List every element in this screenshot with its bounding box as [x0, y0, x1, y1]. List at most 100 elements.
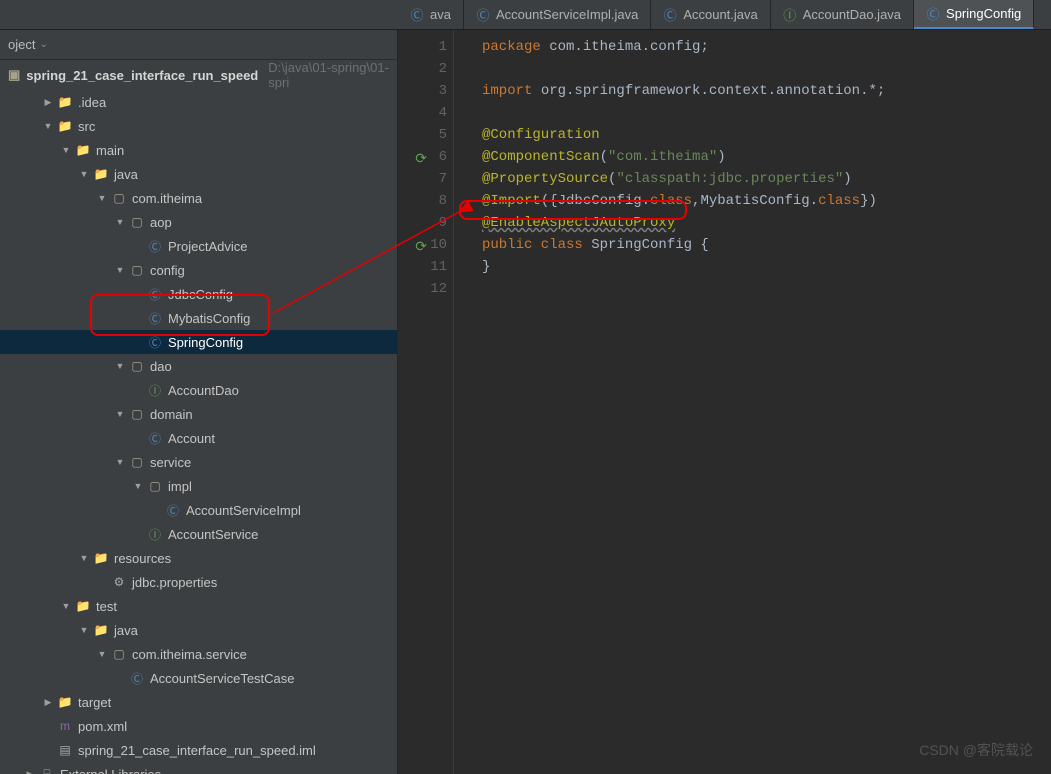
tree-item-label: java — [114, 167, 138, 182]
project-name: spring_21_case_interface_run_speed — [26, 68, 258, 83]
expand-arrow-icon[interactable] — [112, 217, 128, 227]
expand-arrow-icon[interactable] — [94, 193, 110, 203]
tree-item[interactable]: ▢domain — [0, 402, 397, 426]
folder-icon: 📁 — [56, 117, 74, 135]
tab-label: ava — [430, 7, 451, 22]
tree-item[interactable]: Ⓒ AccountServiceTestCase — [0, 666, 397, 690]
project-root[interactable]: ▣ spring_21_case_interface_run_speed D:\… — [0, 60, 397, 90]
tree-item[interactable]: ▢service — [0, 450, 397, 474]
expand-arrow-icon[interactable] — [58, 145, 74, 155]
editor-tab[interactable]: ⒸAccount.java — [651, 0, 770, 29]
expand-arrow-icon[interactable] — [112, 265, 128, 275]
tree-item[interactable]: ⒸAccountServiceImpl — [0, 498, 397, 522]
line-number: 7 — [398, 168, 447, 190]
interface-icon: Ⓘ — [146, 381, 164, 399]
expand-arrow-icon[interactable] — [112, 457, 128, 467]
tree-item[interactable]: ⒾAccountService — [0, 522, 397, 546]
tree-item[interactable]: ⒸJdbcConfig — [0, 282, 397, 306]
line-number: 11 — [398, 256, 447, 278]
code-line[interactable]: @EnableAspectJAutoProxy — [482, 212, 885, 234]
tree-item[interactable]: 📁src — [0, 114, 397, 138]
tree-item[interactable]: ▢aop — [0, 210, 397, 234]
code-line[interactable]: import org.springframework.context.annot… — [482, 80, 885, 102]
expand-arrow-icon[interactable] — [94, 649, 110, 659]
class-icon: Ⓒ — [146, 285, 164, 303]
editor-tab[interactable]: Ⓒava — [398, 0, 464, 29]
recycle-icon[interactable]: ⟳ — [413, 237, 427, 251]
tree-item-label: AccountDao — [168, 383, 239, 398]
class-icon: Ⓒ — [663, 8, 677, 22]
folder-icon: 📁 — [92, 165, 110, 183]
code-line[interactable]: } — [482, 256, 885, 278]
tree-item[interactable]: ⒸAccount — [0, 426, 397, 450]
project-path: D:\java\01-spring\01-spri — [268, 60, 389, 90]
tab-label: AccountServiceImpl.java — [496, 7, 638, 22]
class-icon: Ⓒ — [128, 669, 146, 687]
tree-item[interactable]: ⒸProjectAdvice — [0, 234, 397, 258]
tree-item[interactable]: 📁target — [0, 690, 397, 714]
code-line[interactable]: @Import({JdbcConfig.class,MybatisConfig.… — [482, 190, 885, 212]
tree-item[interactable]: ▢com.itheima — [0, 186, 397, 210]
line-number: 9 — [398, 212, 447, 234]
folder-icon: ▣ — [8, 67, 20, 83]
tree-item[interactable]: ▢config — [0, 258, 397, 282]
recycle-icon[interactable]: ⟳ — [413, 149, 427, 163]
expand-arrow-icon[interactable] — [112, 361, 128, 371]
tree-item-label: Account — [168, 431, 215, 446]
tree-item[interactable]: ⒸSpringConfig — [0, 330, 397, 354]
package-icon: ▢ — [128, 357, 146, 375]
code-area[interactable]: package com.itheima.config; import org.sp… — [454, 30, 885, 774]
editor-tab[interactable]: ⒾAccountDao.java — [771, 0, 914, 29]
tool-window-title: oject — [8, 37, 35, 52]
expand-arrow-icon[interactable] — [40, 121, 56, 131]
tree-item-label: External Libraries — [60, 767, 161, 774]
code-line[interactable] — [482, 102, 885, 124]
tree-item[interactable]: 📁java — [0, 618, 397, 642]
tree-item[interactable]: 📁resources — [0, 546, 397, 570]
tree-item[interactable]: mpom.xml — [0, 714, 397, 738]
folder-icon: 📁 — [74, 141, 92, 159]
expand-arrow-icon[interactable] — [112, 409, 128, 419]
code-line[interactable] — [482, 278, 885, 300]
code-line[interactable] — [482, 58, 885, 80]
chevron-down-icon: ⌄ — [39, 39, 47, 50]
tree-item[interactable]: ▢impl — [0, 474, 397, 498]
code-line[interactable]: package com.itheima.config; — [482, 36, 885, 58]
expand-arrow-icon[interactable] — [58, 601, 74, 611]
tree-item[interactable]: ⚙jdbc.properties — [0, 570, 397, 594]
expand-arrow-icon[interactable] — [130, 481, 146, 491]
code-line[interactable]: public class SpringConfig { — [482, 234, 885, 256]
tree-item[interactable]: ⒸMybatisConfig — [0, 306, 397, 330]
expand-arrow-icon[interactable] — [40, 97, 56, 108]
tree-item-label: aop — [150, 215, 172, 230]
folder-icon: 📁 — [74, 597, 92, 615]
tree-item[interactable]: ⌸External Libraries — [0, 762, 397, 774]
code-line[interactable]: @PropertySource("classpath:jdbc.properti… — [482, 168, 885, 190]
tree-item[interactable]: ▢dao — [0, 354, 397, 378]
expand-arrow-icon[interactable] — [76, 625, 92, 635]
expand-arrow-icon[interactable] — [76, 169, 92, 179]
folder-icon: 📁 — [92, 549, 110, 567]
tree-item[interactable]: Ⓘ AccountDao — [0, 378, 397, 402]
tree-item-label: AccountServiceTestCase — [150, 671, 295, 686]
tree-item[interactable]: 📁main — [0, 138, 397, 162]
tree-item[interactable]: ▢com.itheima.service — [0, 642, 397, 666]
expand-arrow-icon[interactable] — [22, 769, 38, 774]
expand-arrow-icon[interactable] — [40, 697, 56, 708]
tree-item[interactable]: 📁.idea — [0, 90, 397, 114]
code-line[interactable]: @Configuration — [482, 124, 885, 146]
editor-tab[interactable]: ⒸAccountServiceImpl.java — [464, 0, 651, 29]
line-number: 10⟳ — [398, 234, 447, 256]
code-line[interactable]: @ComponentScan("com.itheima") — [482, 146, 885, 168]
tree-item[interactable]: 📁 java — [0, 162, 397, 186]
tab-label: AccountDao.java — [803, 7, 901, 22]
editor-tab[interactable]: ⒸSpringConfig — [914, 0, 1034, 29]
code-editor[interactable]: 123456⟳78910⟳1112 package com.itheima.co… — [398, 30, 1051, 774]
tool-window-header[interactable]: oject ⌄ — [0, 30, 397, 60]
tree-item[interactable]: 📁test — [0, 594, 397, 618]
class-icon: Ⓒ — [146, 237, 164, 255]
tree-item[interactable]: ▤spring_21_case_interface_run_speed.iml — [0, 738, 397, 762]
class-icon: Ⓒ — [146, 333, 164, 351]
tree-item-label: java — [114, 623, 138, 638]
expand-arrow-icon[interactable] — [76, 553, 92, 563]
